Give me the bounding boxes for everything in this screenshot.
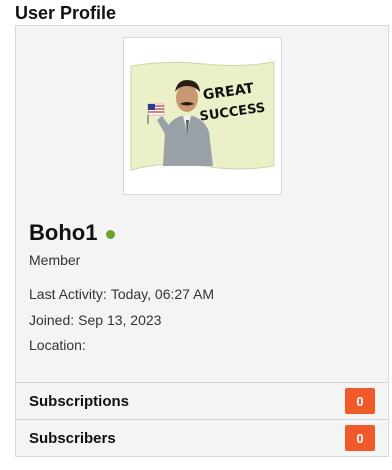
subscribers-label: Subscribers bbox=[29, 429, 116, 447]
joined-label: Joined: bbox=[29, 312, 75, 328]
profile-card: GREAT SUCCESS Boho1 Member Last Activity… bbox=[15, 25, 389, 457]
avatar[interactable]: GREAT SUCCESS bbox=[123, 37, 282, 195]
subscriptions-count-badge: 0 bbox=[345, 388, 375, 414]
subscriptions-link[interactable]: Subscriptions 0 bbox=[16, 382, 388, 419]
last-activity-value: Today, 06:27 AM bbox=[110, 286, 215, 302]
last-activity: Last Activity: Today, 06:27 AM bbox=[29, 285, 214, 303]
username[interactable]: Boho1 bbox=[29, 220, 97, 246]
username-row: Boho1 bbox=[29, 220, 116, 246]
online-status-icon bbox=[106, 229, 116, 239]
subscribers-link[interactable]: Subscribers 0 bbox=[16, 419, 388, 456]
location: Location: bbox=[29, 336, 90, 354]
last-activity-label: Last Activity: bbox=[29, 286, 107, 302]
joined-value: Sep 13, 2023 bbox=[78, 312, 162, 328]
avatar-image: GREAT SUCCESS bbox=[130, 60, 275, 171]
user-role: Member bbox=[29, 252, 81, 268]
joined: Joined: Sep 13, 2023 bbox=[29, 311, 161, 329]
location-label: Location: bbox=[29, 337, 86, 353]
subscribers-count-badge: 0 bbox=[345, 425, 375, 451]
section-title: User Profile bbox=[15, 3, 117, 23]
subscriptions-label: Subscriptions bbox=[29, 392, 130, 410]
